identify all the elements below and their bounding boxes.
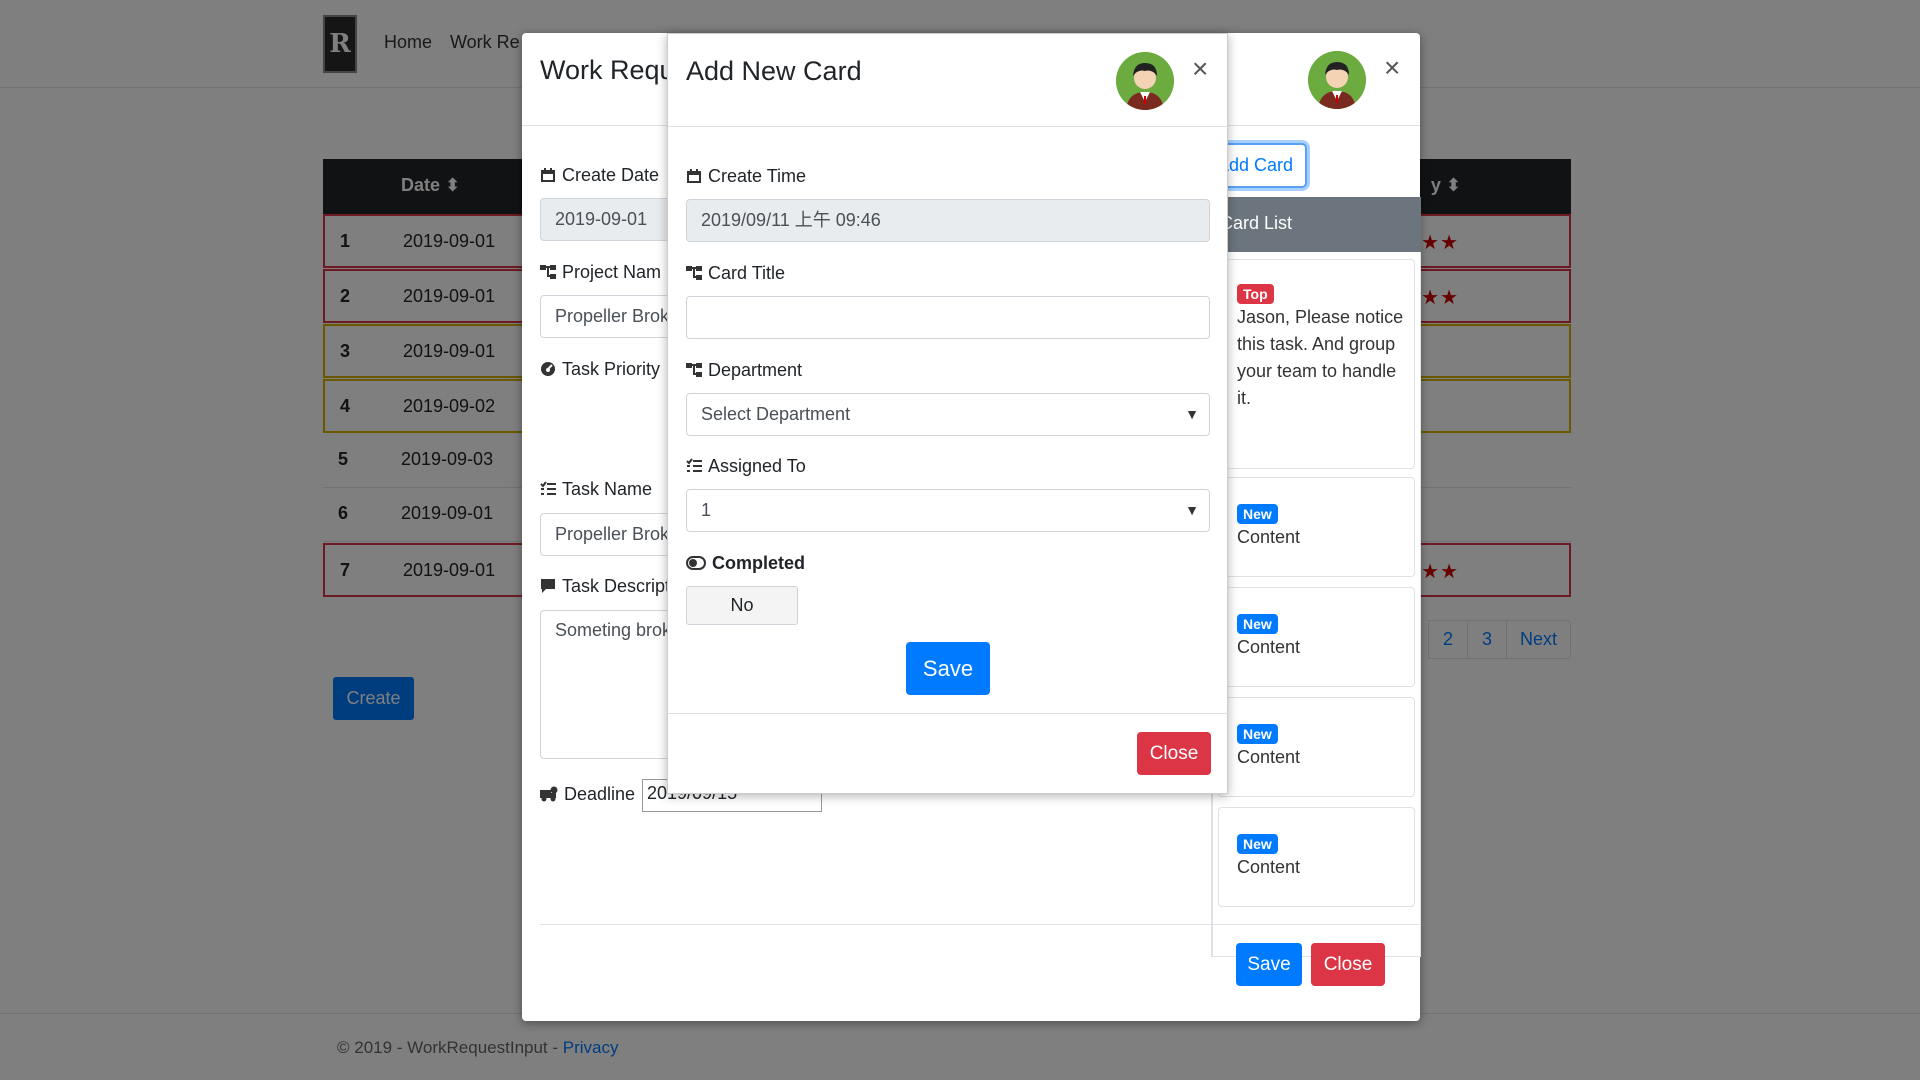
assigned-selected-value: 1 <box>701 500 712 520</box>
card-text: Content <box>1237 527 1301 547</box>
label-text: Project Nam <box>562 262 662 282</box>
project-name-label: Project Nam <box>540 262 661 283</box>
sitemap-icon <box>540 265 556 279</box>
card-item[interactable]: New Content <box>1218 697 1415 797</box>
deadline-label: Deadline <box>540 784 635 805</box>
card-text: Content <box>1237 637 1301 657</box>
new-badge: New <box>1237 724 1278 744</box>
department-selected-value: Select Department <box>701 404 851 424</box>
label-text: Completed <box>712 553 806 573</box>
user-avatar[interactable] <box>1116 52 1174 110</box>
gauge-icon <box>541 362 555 376</box>
work-request-close-icon[interactable]: × <box>1384 54 1400 82</box>
modal-divider <box>668 126 1229 127</box>
card-list-header: Card List <box>1212 197 1421 252</box>
person-icon <box>1308 51 1366 109</box>
label-text: Create Date <box>562 165 660 185</box>
toggle-icon <box>686 556 706 570</box>
calendar-icon <box>687 169 701 183</box>
create-time-field[interactable]: 2019/09/11 上午 09:46 <box>686 199 1210 242</box>
card-title-input[interactable] <box>686 296 1210 339</box>
truck-clock-icon <box>540 786 558 802</box>
sitemap-icon <box>686 266 702 280</box>
task-description-label: Task Descript <box>540 576 670 597</box>
add-card-close-icon[interactable]: × <box>1192 55 1208 83</box>
card-item[interactable]: New Content <box>1218 477 1415 577</box>
add-new-card-title: Add New Card <box>686 56 862 86</box>
task-list-icon <box>540 481 556 495</box>
sitemap-icon <box>686 363 702 377</box>
label-text: Task Descript <box>562 576 671 596</box>
card-item[interactable]: Top Jason, Please notice this task. And … <box>1218 259 1415 469</box>
card-text: Content <box>1237 857 1301 877</box>
label-text: Task Name <box>562 479 653 499</box>
work-request-close-button[interactable]: Close <box>1311 943 1385 986</box>
work-request-title: Work Requ <box>540 55 675 85</box>
top-badge: Top <box>1237 284 1274 304</box>
person-icon <box>1116 52 1174 110</box>
card-item[interactable]: New Content <box>1218 587 1415 687</box>
new-badge: New <box>1237 614 1278 634</box>
task-list-icon <box>686 458 702 472</box>
label-text: Deadline <box>564 784 636 804</box>
create-date-label: Create Date <box>540 165 659 186</box>
add-card-save-button[interactable]: Save <box>906 642 990 695</box>
completed-label: Completed <box>686 553 805 574</box>
card-item[interactable]: New Content <box>1218 807 1415 907</box>
completed-toggle[interactable]: No <box>686 586 798 625</box>
department-select[interactable]: Select Department ▼ <box>686 393 1210 436</box>
new-badge: New <box>1237 834 1278 854</box>
footer-divider <box>540 924 1420 925</box>
card-text: Jason, Please notice this task. And grou… <box>1237 307 1404 408</box>
label-text: Create Time <box>708 166 807 186</box>
modal-footer-divider <box>668 713 1229 714</box>
label-text: Task Priority <box>562 359 661 379</box>
task-priority-label: Task Priority <box>540 359 660 380</box>
department-label: Department <box>686 360 802 381</box>
add-card-close-button[interactable]: Close <box>1137 732 1211 775</box>
card-title-label: Card Title <box>686 263 785 284</box>
dropdown-arrow-icon: ▼ <box>1185 502 1199 518</box>
dropdown-arrow-icon: ▼ <box>1185 406 1199 422</box>
calendar-icon <box>541 168 555 182</box>
comment-icon <box>541 579 555 593</box>
label-text: Assigned To <box>708 456 806 476</box>
task-name-label: Task Name <box>540 479 652 500</box>
assigned-to-label: Assigned To <box>686 456 806 477</box>
add-new-card-modal: Add New Card × Create Time 2019/09/11 上午… <box>667 33 1229 794</box>
work-request-save-button[interactable]: Save <box>1236 943 1302 986</box>
create-time-label: Create Time <box>686 166 806 187</box>
new-badge: New <box>1237 504 1278 524</box>
assigned-to-select[interactable]: 1 ▼ <box>686 489 1210 532</box>
card-text: Content <box>1237 747 1301 767</box>
user-avatar[interactable] <box>1308 51 1366 109</box>
label-text: Department <box>708 360 803 380</box>
label-text: Card Title <box>708 263 786 283</box>
